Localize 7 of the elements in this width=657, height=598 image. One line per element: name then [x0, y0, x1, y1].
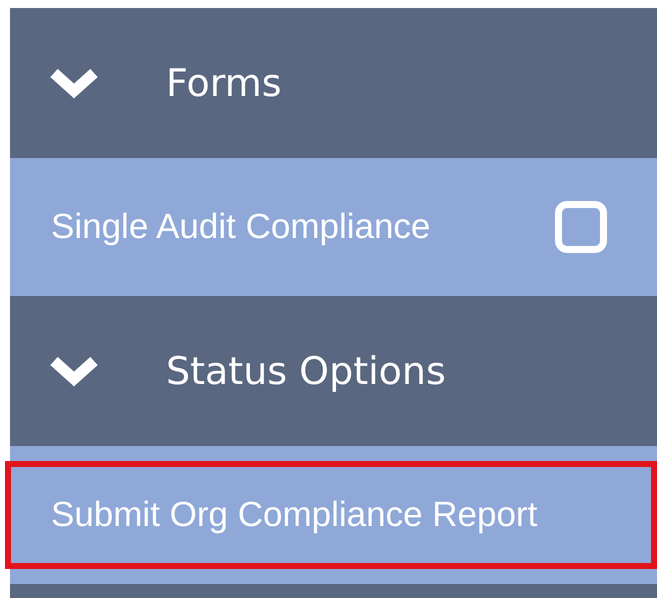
- checkbox[interactable]: [555, 201, 607, 253]
- menu-item-label: Submit Org Compliance Report: [51, 494, 538, 536]
- section-title: Forms: [166, 60, 282, 106]
- section-header[interactable]: Status Options: [10, 296, 657, 446]
- menu-item-label: Single Audit Compliance: [51, 206, 430, 248]
- section-header[interactable]: Forms: [10, 8, 657, 158]
- section-title: Status Options: [166, 348, 446, 394]
